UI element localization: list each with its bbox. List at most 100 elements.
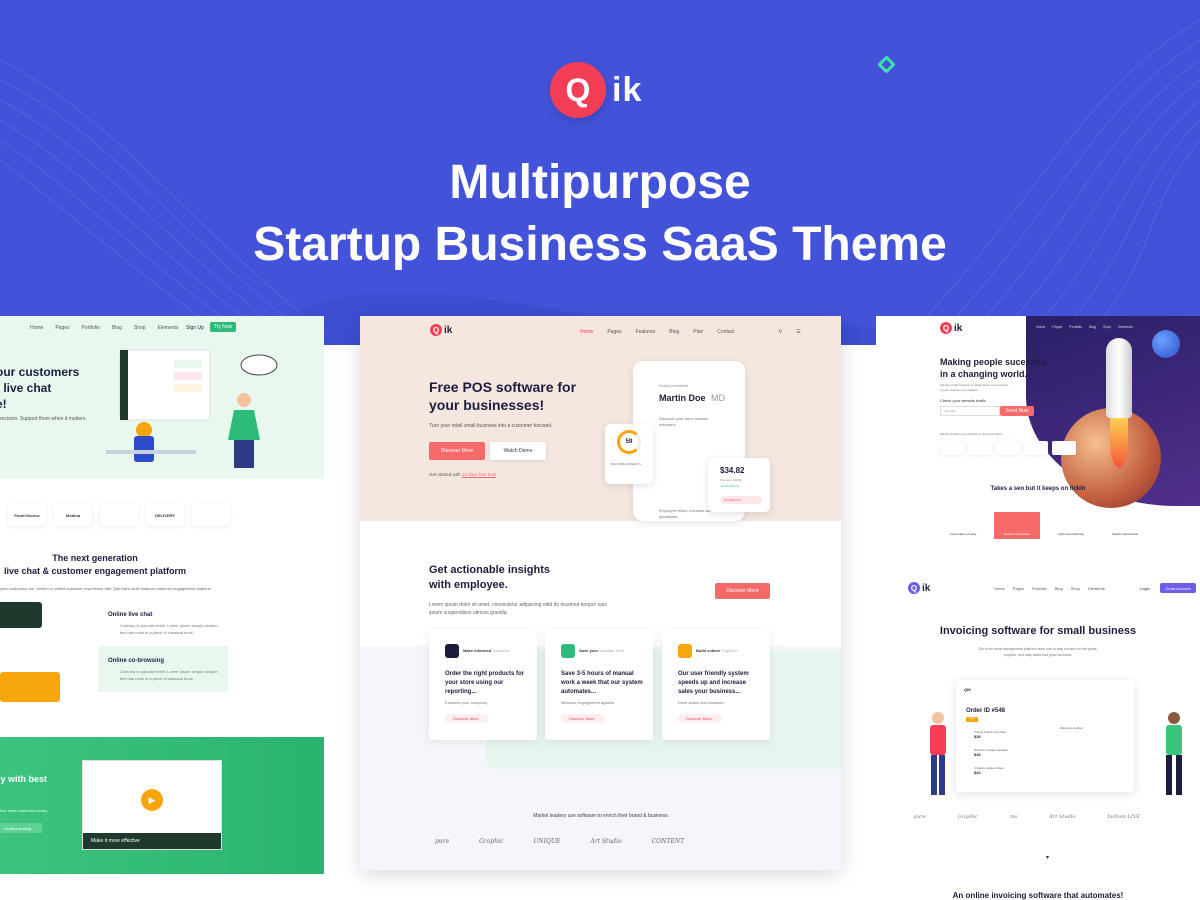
insights-title-1: Get actionable insights <box>429 564 551 576</box>
logo-word: ik <box>612 70 643 109</box>
feature-card: Build culture Together Our user friendly… <box>662 630 770 740</box>
site-url-input[interactable]: Site URL <box>940 406 1000 416</box>
green-cta-button[interactable]: Venture trading <box>0 823 42 833</box>
brand-logo: Q ik <box>550 62 642 118</box>
free-trial-link[interactable]: 14 days free trial! <box>462 472 497 477</box>
left-hero-sub: recision. Support them when it matters. <box>0 416 87 422</box>
insights-discover-button[interactable]: Discover More <box>715 583 770 599</box>
headline-line-2: Startup Business SaaS Theme <box>253 218 947 271</box>
invoicing-title: Invoicing software for small business <box>939 625 1137 637</box>
nav-home[interactable]: Home <box>994 586 1005 591</box>
signup-link[interactable]: Sign Up <box>186 325 204 331</box>
green-cta-title: ly with best <box>0 774 48 784</box>
card-title: Our user friendly system speeds up and i… <box>678 671 749 695</box>
get-started-label: Get started with <box>429 472 461 477</box>
search-icon[interactable]: ⚲ <box>779 329 783 335</box>
brand-chip <box>100 504 138 526</box>
video-preview: ▶ Make it more effective <box>82 760 222 850</box>
nav-portfolio[interactable]: Portfolio <box>1032 586 1047 591</box>
order-id: Order ID #548 <box>966 708 1006 714</box>
nav-plan[interactable]: Plan <box>693 329 703 335</box>
nav-shop[interactable]: Shop <box>134 325 146 331</box>
card-label-main: Make informed <box>463 648 492 653</box>
try-now-button[interactable]: Try Now <box>210 322 236 332</box>
preview-seo: Q ik Home Pages Portfolio Blog Shop Elem… <box>876 316 1200 539</box>
logo-mark: Q <box>908 582 920 594</box>
nav-shop[interactable]: Shop <box>1103 325 1111 329</box>
logo-mark: Q <box>550 62 606 118</box>
client-logo: Art Studio <box>590 838 622 845</box>
chart-icon <box>445 644 459 658</box>
logo-mark: Q <box>940 322 952 334</box>
nav-pages[interactable]: Pages <box>1052 325 1062 329</box>
item-price: $42 <box>974 770 981 775</box>
hero-banner: Q ik Multipurpose Startup Business SaaS … <box>0 0 1200 345</box>
client-logo: Art Studio <box>1049 814 1076 820</box>
card-desc: Drive action and measure. <box>678 700 725 705</box>
nav-contact[interactable]: Contact <box>717 329 734 335</box>
invoicing-nav: Home Pages Portfolio Blog Shop Elements <box>994 586 1105 591</box>
phone-select-label: Select members <box>659 383 688 388</box>
get-started-text: Get started with 14 days free trial! <box>429 472 496 477</box>
logo-mark: Q <box>430 324 442 336</box>
menu-icon[interactable]: ☰ <box>796 329 800 335</box>
card-discover-button[interactable]: Discover More <box>561 714 605 723</box>
nav-home[interactable]: Home <box>30 325 43 331</box>
nav-elements[interactable]: Elements <box>1088 586 1105 591</box>
nav-elements[interactable]: Elements <box>158 325 179 331</box>
nav-pages[interactable]: Pages <box>1013 586 1024 591</box>
card-discover-button[interactable]: Discover More <box>678 714 722 723</box>
insights-title: Get actionable insights with employee. <box>429 563 550 593</box>
nav-pages[interactable]: Pages <box>55 325 69 331</box>
market-leaders-text: Market leaders use software to enrich th… <box>533 813 668 819</box>
seo-title-2: in a changing world. <box>940 369 1028 379</box>
seo-logo[interactable]: Q ik <box>940 322 962 334</box>
client-logo: Graphic <box>957 814 978 820</box>
center-nav: Home Pages Features Blog Plan Contact ⚲ … <box>580 329 801 335</box>
price-percent: +8.4% [54.64] <box>720 484 739 488</box>
nav-portfolio[interactable]: Portfolio <box>1069 325 1082 329</box>
nav-shop[interactable]: Shop <box>1071 586 1080 591</box>
nav-blog[interactable]: Blog <box>669 329 679 335</box>
nav-home[interactable]: Home <box>1036 325 1045 329</box>
brand-chip: DELIVERY <box>146 504 184 526</box>
brand-chip: PowerSource <box>8 504 46 526</box>
center-hero-title-2: your businesses! <box>429 397 545 413</box>
service-card: High end analyzing <box>1058 532 1084 536</box>
price-value: $34.82 <box>720 466 745 475</box>
nav-blog[interactable]: Blog <box>1055 586 1063 591</box>
nav-elements[interactable]: Elements <box>1118 325 1133 329</box>
invoicing-logo[interactable]: Q ik <box>908 582 930 594</box>
login-link[interactable]: Login <box>1140 586 1150 591</box>
card-label: Save your valuable Time <box>579 648 624 653</box>
nav-pages[interactable]: Pages <box>607 329 621 335</box>
send-now-button[interactable]: Send Now <box>1000 406 1034 416</box>
headline: Multipurpose Startup Business SaaS Theme <box>0 152 1200 276</box>
watch-demo-button[interactable]: Watch Demo <box>490 442 546 460</box>
left-nav: Home Pages Portfolio Blog Shop Elements <box>30 325 178 331</box>
get-account-button[interactable]: Great Account <box>1160 583 1196 593</box>
client-logo: Graphic <box>479 838 504 845</box>
card-discover-button[interactable]: Discover More <box>445 714 489 723</box>
donut-value: 59 <box>617 430 641 454</box>
feature-1-desc: Contrary to popular belief, Lorem Ipsum … <box>120 623 218 635</box>
card-label-muted: Together <box>721 648 738 653</box>
center-hero-sub: Turn your retail small business into a c… <box>429 423 553 429</box>
nav-portfolio[interactable]: Portfolio <box>82 325 100 331</box>
nav-features[interactable]: Features <box>636 329 656 335</box>
center-logo[interactable]: Q ik <box>430 324 452 336</box>
feature-card: Make informed Decisions Order the right … <box>429 630 537 740</box>
play-icon[interactable]: ▶ <box>141 789 163 811</box>
nav-blog[interactable]: Blog <box>112 325 122 331</box>
left-section-title: The next generation live chat & customer… <box>0 552 190 578</box>
chevron-down-icon[interactable]: ▾ <box>1046 854 1049 861</box>
left-brand-row: PowerSource Modina DELIVERY <box>8 504 230 526</box>
nav-home[interactable]: Home <box>580 329 593 335</box>
feature-2-title: Online co-browsing <box>108 658 165 664</box>
nav-blog[interactable]: Blog <box>1089 325 1096 329</box>
left-section-title-2: live chat & customer engagement platform <box>3 566 187 576</box>
card-desc: Measure engagement against. <box>561 700 616 705</box>
discover-more-button[interactable]: Discover More <box>429 442 485 460</box>
join-member-button[interactable]: Join Member <box>720 496 762 504</box>
item-price: $36 <box>974 752 981 757</box>
